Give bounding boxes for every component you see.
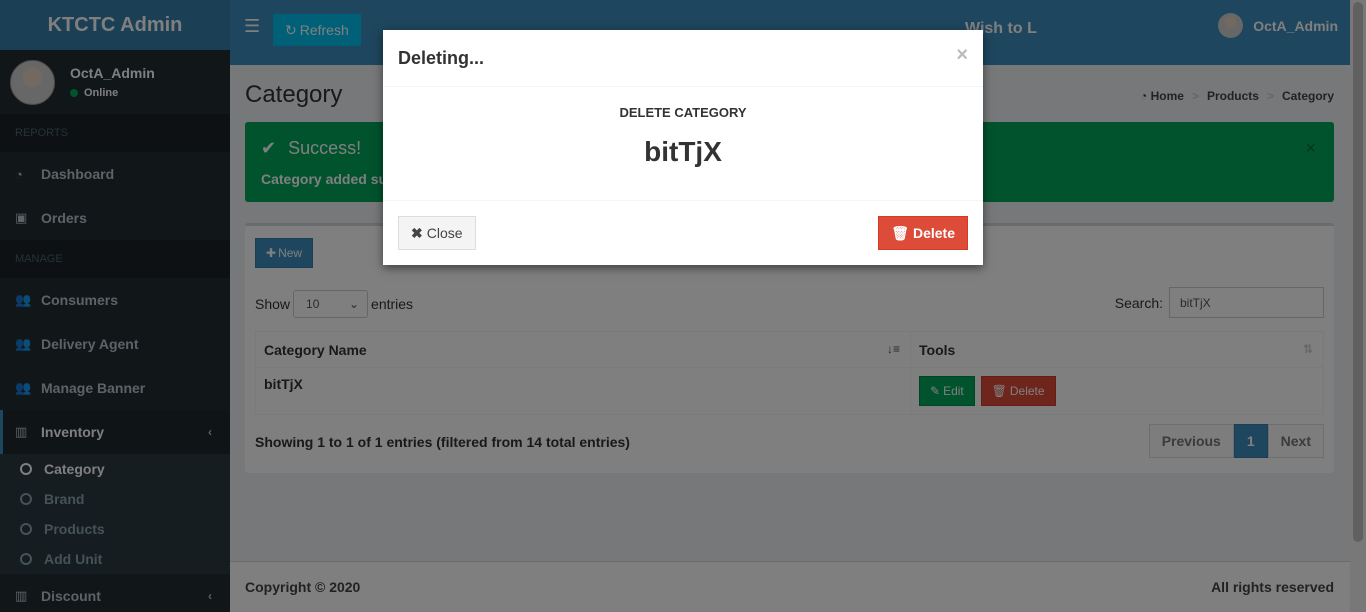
modal-close-icon[interactable]: × — [956, 44, 968, 67]
modal-item-name: bitTjX — [644, 136, 722, 167]
modal-subtitle: DELETE CATEGORY — [619, 105, 747, 120]
modal-close-button[interactable]: ✖ Close — [398, 216, 476, 250]
trash-icon: 🗑 — [891, 224, 909, 241]
modal-footer: ✖ Close 🗑 Delete — [383, 201, 983, 265]
modal-title: Deleting... — [398, 47, 485, 68]
modal-delete-label: Delete — [912, 225, 955, 241]
delete-modal: Deleting... × DELETE CATEGORY bitTjX ✖ C… — [383, 30, 983, 265]
modal-body: DELETE CATEGORY bitTjX — [383, 87, 983, 201]
modal-delete-button[interactable]: 🗑 Delete — [878, 216, 968, 250]
close-icon: ✖ — [411, 224, 423, 241]
modal-header: Deleting... × — [383, 30, 983, 87]
modal-close-label: Close — [426, 225, 463, 241]
